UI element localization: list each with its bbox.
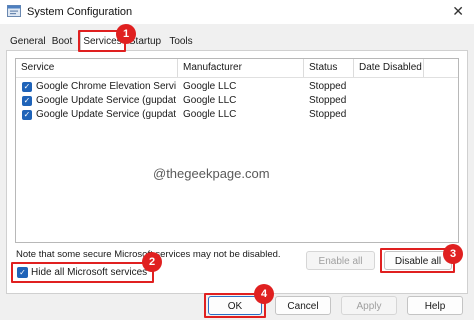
system-configuration-app-icon <box>7 5 21 17</box>
help-button[interactable]: Help <box>407 296 463 315</box>
tab-general[interactable]: General <box>10 33 46 50</box>
table-row[interactable]: ✓ Google Chrome Elevation Servic... Goog… <box>16 80 458 94</box>
title-bar: System Configuration ✕ <box>0 0 474 24</box>
step-badge-3: 3 <box>443 244 463 264</box>
service-date-disabled <box>359 80 429 94</box>
service-status: Stopped <box>309 81 347 92</box>
step-badge-1: 1 <box>116 24 136 44</box>
tab-tools[interactable]: Tools <box>167 33 195 50</box>
service-name: Google Update Service (gupdate) <box>36 95 176 106</box>
column-header-status[interactable]: Status <box>304 59 354 77</box>
service-manufacturer: Google LLC <box>183 109 237 120</box>
service-date-disabled <box>359 108 429 122</box>
list-header: Service Manufacturer Status Date Disable… <box>16 59 458 78</box>
apply-button[interactable]: Apply <box>341 296 397 315</box>
service-name: Google Chrome Elevation Servic... <box>36 81 176 92</box>
service-manufacturer: Google LLC <box>183 95 237 106</box>
watermark: @thegeekpage.com <box>153 166 270 181</box>
service-name: Google Update Service (gupdatem) <box>36 109 176 120</box>
cancel-button[interactable]: Cancel <box>275 296 331 315</box>
service-checkbox[interactable]: ✓ <box>22 82 32 92</box>
service-checkbox[interactable]: ✓ <box>22 96 32 106</box>
close-icon[interactable]: ✕ <box>452 3 464 20</box>
tab-boot[interactable]: Boot <box>49 33 75 50</box>
table-row[interactable]: ✓ Google Update Service (gupdate) Google… <box>16 94 458 108</box>
service-status: Stopped <box>309 95 347 106</box>
window-title: System Configuration <box>27 6 133 18</box>
services-list[interactable]: Service Manufacturer Status Date Disable… <box>15 58 459 243</box>
column-header-date-disabled[interactable]: Date Disabled <box>354 59 424 77</box>
service-status: Stopped <box>309 109 347 120</box>
table-row[interactable]: ✓ Google Update Service (gupdatem) Googl… <box>16 108 458 122</box>
enable-all-button[interactable]: Enable all <box>306 251 375 270</box>
step-badge-4: 4 <box>254 284 274 304</box>
service-date-disabled <box>359 94 429 108</box>
column-header-service[interactable]: Service <box>16 59 178 77</box>
column-header-manufacturer[interactable]: Manufacturer <box>178 59 304 77</box>
hide-services-highlight <box>11 262 154 283</box>
service-manufacturer: Google LLC <box>183 81 237 92</box>
service-checkbox[interactable]: ✓ <box>22 110 32 120</box>
step-badge-2: 2 <box>142 252 162 272</box>
